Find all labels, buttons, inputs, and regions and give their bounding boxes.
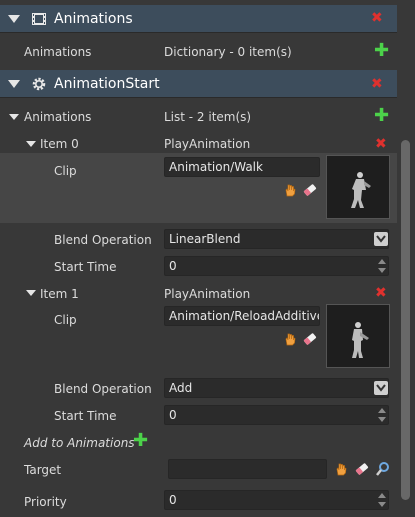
collapse-triangle-icon[interactable] [8,14,20,23]
expand-triangle-icon[interactable] [9,114,19,120]
add-item-icon[interactable]: ✚ [133,432,148,450]
film-strip-icon [30,10,48,28]
item-0-type: PlayAnimation [164,137,251,151]
add-item-icon[interactable]: ✚ [374,107,389,125]
priority-field[interactable]: 0 [164,490,389,510]
clip-field[interactable]: Animation/ReloadAdditive [164,306,320,326]
character-preview-icon [352,322,369,358]
section-header-animationstart[interactable]: AnimationStart [0,70,397,98]
pick-hand-icon[interactable] [333,461,349,477]
pick-hand-icon[interactable] [282,182,298,198]
add-to-animations-label[interactable]: Add to Animations [24,436,135,450]
magnifier-user-icon[interactable] [375,461,391,477]
chevron-down-icon[interactable] [374,381,388,395]
clip-thumbnail[interactable] [326,155,390,219]
target-label: Target [24,463,62,477]
collapse-triangle-icon[interactable] [8,79,20,88]
chevron-down-icon[interactable] [374,232,388,246]
spinner-arrows-icon[interactable] [377,406,387,424]
blend-operation-select[interactable]: LinearBlend [164,229,389,249]
animations-label: Animations [24,45,92,59]
expand-triangle-icon[interactable] [26,290,36,296]
scrollbar-thumb[interactable] [401,140,410,500]
animations-dictionary-value: Dictionary - 0 item(s) [164,45,292,59]
section-title: Animations [54,10,133,27]
section-title: AnimationStart [54,75,160,92]
blend-operation-label: Blend Operation [54,382,152,396]
item-0-label: Item 0 [40,137,79,151]
item-1-type: PlayAnimation [164,287,251,301]
start-time-field[interactable]: 0 [164,256,389,276]
spinner-arrows-icon[interactable] [377,491,387,509]
add-item-icon[interactable]: ✚ [374,42,389,60]
blend-operation-select[interactable]: Add [164,378,389,398]
clip-field[interactable]: Animation/Walk [164,157,320,177]
item-1-label: Item 1 [40,287,79,301]
start-time-field[interactable]: 0 [164,405,389,425]
section-header-animations[interactable]: Animations [0,5,397,33]
target-field[interactable] [168,459,327,479]
gear-icon [30,75,48,93]
start-time-label: Start Time [54,409,117,423]
expand-triangle-icon[interactable] [26,141,36,147]
clip-label: Clip [54,164,77,178]
eraser-icon[interactable] [302,182,318,198]
eraser-icon[interactable] [302,331,318,347]
pick-hand-icon[interactable] [282,331,298,347]
remove-component-icon[interactable]: ✖ [371,11,383,25]
character-preview-icon [351,172,371,208]
animations-list-value: List - 2 item(s) [164,110,252,124]
clip-thumbnail[interactable] [326,304,390,368]
eraser-icon[interactable] [354,461,370,477]
start-time-label: Start Time [54,260,117,274]
remove-item-icon[interactable]: ✖ [375,286,387,300]
clip-label: Clip [54,313,77,327]
remove-item-icon[interactable]: ✖ [375,137,387,151]
blend-operation-label: Blend Operation [54,233,152,247]
animations-list-label: Animations [24,110,92,124]
spinner-arrows-icon[interactable] [377,257,387,275]
priority-label: Priority [24,495,67,509]
remove-component-icon[interactable]: ✖ [371,77,383,91]
